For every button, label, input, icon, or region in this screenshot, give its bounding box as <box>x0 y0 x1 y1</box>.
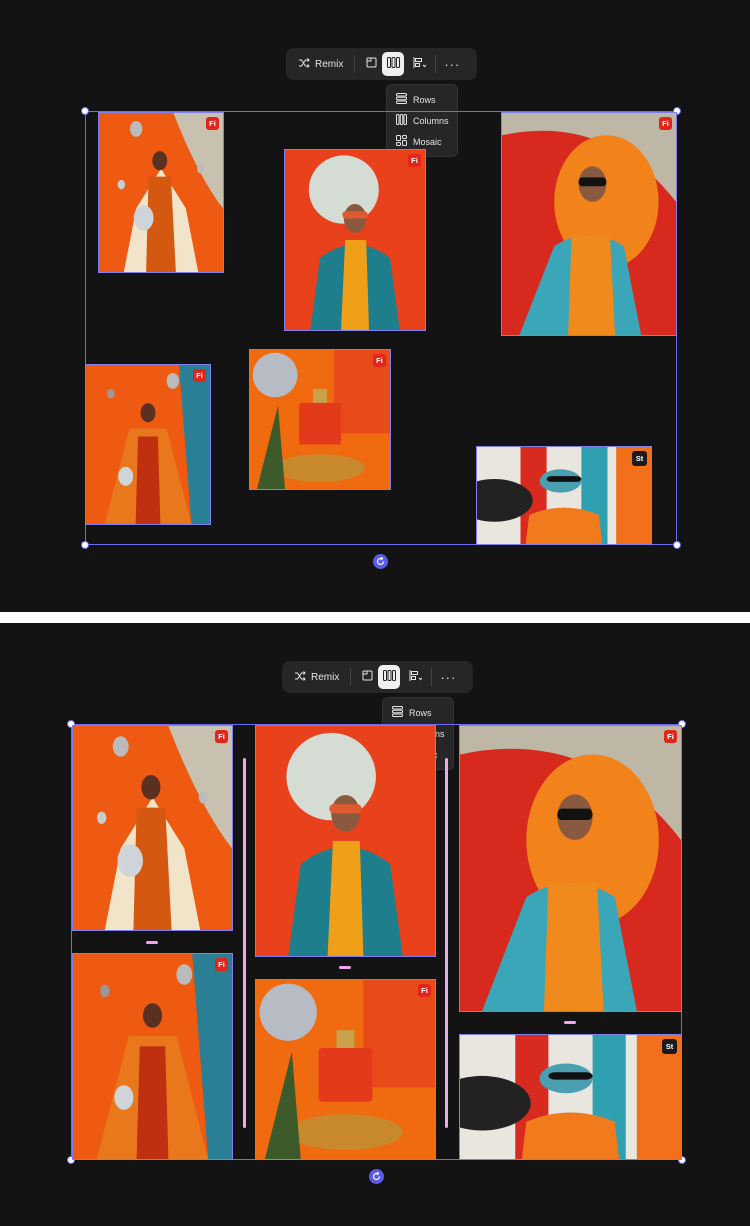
frame-button[interactable] <box>356 665 378 689</box>
firefly-badge: Fi <box>418 984 431 997</box>
photo-art <box>460 726 681 1011</box>
align-icon <box>409 670 423 684</box>
menu-item-label: Rows <box>413 94 436 105</box>
canvas-top: Remix ··· Rows Columns Mosaic Fi Fi Fi F… <box>0 0 750 612</box>
photo-art <box>477 447 651 544</box>
firefly-badge: Fi <box>206 117 219 130</box>
rows-icon <box>396 93 407 106</box>
toolbar-separator <box>354 55 356 73</box>
firefly-badge: Fi <box>215 958 228 971</box>
frame-icon <box>366 57 377 71</box>
photo-fringe-jacket[interactable]: Fi <box>85 364 211 525</box>
columns-icon <box>382 670 396 684</box>
rows-icon <box>392 706 403 719</box>
photo-art <box>256 980 435 1159</box>
firefly-badge: Fi <box>408 154 421 167</box>
remix-button[interactable]: Remix <box>292 52 349 76</box>
align-button[interactable] <box>408 52 430 76</box>
remix-label: Remix <box>315 58 344 70</box>
reset-layout-button[interactable] <box>373 554 388 569</box>
row-divider-handle[interactable] <box>564 1021 576 1024</box>
photo-art <box>285 150 425 330</box>
more-button[interactable]: ··· <box>441 52 463 76</box>
firefly-badge: Fi <box>373 354 386 367</box>
remix-button[interactable]: Remix <box>288 665 345 689</box>
photo-mannequin-discoballs[interactable]: Fi <box>72 725 233 931</box>
photo-art <box>256 726 435 956</box>
photo-art <box>250 350 390 489</box>
row-divider-handle[interactable] <box>146 941 158 944</box>
toolbar-separator <box>350 668 352 686</box>
photo-art <box>502 113 676 335</box>
reset-layout-button[interactable] <box>369 1169 384 1184</box>
refresh-icon <box>376 553 385 571</box>
frame-button[interactable] <box>360 52 382 76</box>
firefly-badge: Fi <box>193 369 206 382</box>
columns-icon <box>386 57 400 71</box>
photo-art <box>73 954 232 1159</box>
resize-handle-top-left[interactable] <box>81 107 89 115</box>
canvas-bottom: Remix ··· Rows Columns Mosaic <box>0 623 750 1226</box>
shuffle-icon <box>298 57 310 71</box>
toolbar-separator <box>431 668 433 686</box>
menu-item-rows[interactable]: Rows <box>383 702 453 723</box>
layout-toolbar: Remix ··· <box>286 48 477 80</box>
layout-toolbar: Remix ··· <box>282 661 473 693</box>
photo-teal-coat[interactable] <box>255 725 436 957</box>
row-divider-handle[interactable] <box>339 966 351 969</box>
photo-perfume[interactable]: Fi <box>249 349 391 490</box>
toolbar-separator <box>435 55 437 73</box>
align-icon <box>413 57 427 71</box>
photo-perfume[interactable]: Fi <box>255 979 436 1160</box>
more-icon: ··· <box>444 56 461 72</box>
remix-label: Remix <box>311 671 340 683</box>
photo-cruise-ship[interactable]: Fi <box>501 112 677 336</box>
photo-cruise-ship[interactable]: Fi <box>459 725 682 1012</box>
more-icon: ··· <box>440 669 457 685</box>
frame-icon <box>362 670 373 684</box>
shuffle-icon <box>294 670 306 684</box>
menu-item-rows[interactable]: Rows <box>387 89 457 110</box>
column-divider-handle[interactable] <box>243 758 246 1128</box>
align-button[interactable] <box>404 665 426 689</box>
resize-handle-bottom-left[interactable] <box>81 541 89 549</box>
photo-art <box>73 726 232 930</box>
photo-fringe-jacket[interactable]: Fi <box>72 953 233 1160</box>
photo-collage[interactable]: St <box>476 446 652 545</box>
photo-art <box>86 365 210 524</box>
photo-art <box>460 1035 681 1159</box>
stock-badge: St <box>662 1039 677 1054</box>
refresh-icon <box>372 1168 381 1186</box>
layout-columns-button[interactable] <box>382 52 405 76</box>
resize-handle-bottom-right[interactable] <box>673 541 681 549</box>
firefly-badge: Fi <box>664 730 677 743</box>
stock-badge: St <box>632 451 647 466</box>
photo-collage[interactable]: St <box>459 1034 682 1160</box>
firefly-badge: Fi <box>659 117 672 130</box>
layout-columns-button[interactable] <box>378 665 401 689</box>
firefly-badge: Fi <box>215 730 228 743</box>
column-divider-handle[interactable] <box>445 758 448 1128</box>
photo-teal-coat[interactable]: Fi <box>284 149 426 331</box>
photo-art <box>99 113 223 272</box>
more-button[interactable]: ··· <box>437 665 459 689</box>
menu-item-label: Rows <box>409 707 432 718</box>
photo-mannequin-discoballs[interactable]: Fi <box>98 112 224 273</box>
